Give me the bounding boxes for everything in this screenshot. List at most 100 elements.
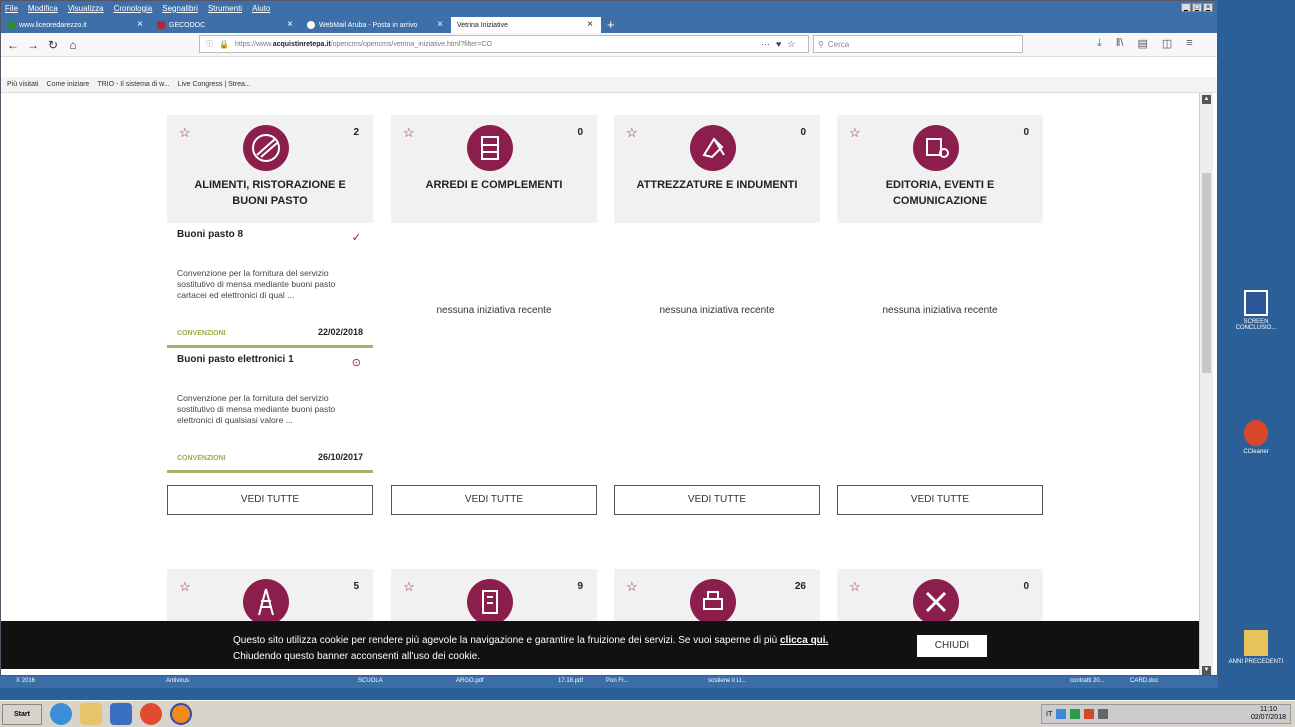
menu-strumenti[interactable]: Strumenti [208,4,242,13]
cookie-text: Questo sito utilizza cookie per rendere … [233,633,828,665]
favicon-icon [307,21,315,29]
menu-segnalibri[interactable]: Segnalibri [162,4,198,13]
bookmark-getting-started[interactable]: Come iniziare [47,81,90,88]
star-icon[interactable]: ☆ [403,125,415,141]
language-indicator[interactable]: IT [1046,711,1052,718]
desktop-icon[interactable]: CCleaner [1226,420,1286,455]
category-card: ☆ 0 EDITORIA, EVENTI E COMUNICAZIONE nes… [837,115,1043,489]
see-all-button[interactable]: VEDI TUTTE [167,485,373,515]
forward-icon[interactable]: → [27,38,39,52]
close-tab-icon[interactable]: × [587,20,593,30]
info-icon[interactable]: ⓘ [206,39,213,49]
home-icon[interactable]: ⌂ [67,38,79,52]
bookmark-star-icon[interactable]: ☆ [787,39,795,50]
sidebar-icon[interactable]: ◫ [1162,37,1172,50]
bookmark-trio[interactable]: TRIO - Il sistema di w... [97,81,169,88]
bookmark-most-visited[interactable]: Più visitati [7,81,39,88]
tab-gecodoc[interactable]: GECODOC × [151,17,301,33]
tray-icon[interactable] [1084,709,1095,719]
explorer-icon[interactable] [80,703,102,725]
see-all-button[interactable]: VEDI TUTTE [391,485,597,515]
menu-visualizza[interactable]: Visualizza [68,4,104,13]
scroll-up-icon[interactable]: ▲ [1202,95,1211,104]
maximize-button[interactable]: □ [1192,3,1202,12]
chrome-icon[interactable] [140,703,162,725]
menu-bar: File Modifica Visualizza Cronologia Segn… [1,1,1217,15]
desktop-icon-label: CCleaner [1243,449,1269,455]
card-body: nessuna iniziativa recente [837,223,1043,489]
pocket-icon[interactable]: ♥ [776,39,781,50]
star-icon[interactable]: ☆ [849,125,861,141]
initiative-item[interactable]: Buoni pasto 8 ✓ Convenzione per la forni… [167,223,373,348]
ie-icon[interactable] [50,703,72,725]
desktop-icon[interactable]: SCREEN CONCLUSIO... [1226,290,1286,331]
card-header: ☆ 5 [167,569,373,629]
desktop-icon[interactable]: ANNI PRECEDENTI [1226,630,1286,665]
star-icon[interactable]: ☆ [179,579,191,595]
bookmark-live-congress[interactable]: Live Congress | Strea... [178,81,251,88]
star-icon[interactable]: ☆ [403,579,415,595]
clock-date: 02/07/2018 [1250,714,1286,721]
more-icon[interactable]: ··· [761,39,770,50]
initiative-kind: CONVENZIONI [177,330,226,337]
cookie-close-button[interactable]: CHIUDI [917,635,987,657]
favicon-icon [157,21,165,29]
bg-item: SCUOLA [358,678,383,684]
close-tab-icon[interactable]: × [287,20,293,30]
category-card: ☆ 0 ARREDI E COMPLEMENTI nessuna iniziat… [391,115,597,489]
bg-item: X 2016 [16,678,36,684]
vertical-scrollbar[interactable]: ▲ ▼ [1199,93,1213,675]
tab-liceo[interactable]: www.liceoredarezzo.it × [1,17,151,33]
minimize-button[interactable]: _ [1181,3,1191,12]
cookie-more-link[interactable]: clicca qui. [780,635,828,646]
card-header: ☆ 9 [391,569,597,629]
tab-label: www.liceoredarezzo.it [19,21,87,29]
initiative-item[interactable]: Buoni pasto elettronici 1 ⊙ Convenzione … [167,348,373,473]
download-icon[interactable]: ⤓ [1097,37,1102,50]
initiative-count: 0 [577,127,583,138]
back-icon[interactable]: ← [7,38,19,52]
library-icon[interactable]: ‖\ [1116,37,1124,50]
url-bar[interactable]: ⓘ 🔒 https://www.acquistinretepa.it/openc… [199,35,809,53]
tray-icon[interactable] [1056,709,1067,719]
close-tab-icon[interactable]: × [437,20,443,30]
star-icon[interactable]: ☆ [179,125,191,141]
scroll-thumb[interactable] [1202,173,1211,373]
empty-message: nessuna iniziativa recente [882,305,998,316]
card-body: nessuna iniziativa recente [391,223,597,489]
star-icon[interactable]: ☆ [626,579,638,595]
new-tab-button[interactable]: + [607,17,615,33]
reader-icon[interactable]: ▤ [1137,37,1147,50]
see-all-button[interactable]: VEDI TUTTE [837,485,1043,515]
folder-icon [1244,630,1268,656]
tab-webmail[interactable]: WebMail Aruba - Posta in arrivo × [301,17,451,33]
url-path: /opencms/opencms/vetrina_iniziative.html… [330,40,492,48]
window-controls: _ □ × [1181,3,1213,12]
close-tab-icon[interactable]: × [137,20,143,30]
scroll-down-icon[interactable]: ▼ [1202,666,1211,675]
bg-item: 17.18.pdf [558,678,584,684]
clock[interactable]: 11:10 02/07/2018 [1251,706,1286,722]
cookie-banner: Questo sito utilizza cookie per rendere … [1,621,1206,669]
star-icon[interactable]: ☆ [849,579,861,595]
initiative-date: 26/10/2017 [317,452,363,462]
see-all-button[interactable]: VEDI TUTTE [614,485,820,515]
menu-file[interactable]: File [5,4,18,13]
start-button[interactable]: Start [2,703,42,725]
tray-icon[interactable] [1098,709,1109,719]
search-input[interactable]: ⚲ Cerca [813,35,1023,53]
menu-cronologia[interactable]: Cronologia [114,4,153,13]
reload-icon[interactable]: ↻ [47,38,59,52]
hamburger-menu-icon[interactable]: ≡ [1186,37,1192,50]
outlook-icon[interactable] [110,703,132,725]
menu-aiuto[interactable]: Aiuto [252,4,270,13]
category-title: ALIMENTI, RISTORAZIONE E BUONI PASTO [194,179,346,207]
initiative-count: 9 [577,581,583,592]
tray-icon[interactable] [1070,709,1081,719]
bookmarks-bar: Più visitati Come iniziare TRIO - Il sis… [1,77,1217,93]
firefox-icon[interactable] [170,703,192,725]
tab-vetrina[interactable]: Vetrina Iniziative × [451,17,601,33]
close-button[interactable]: × [1203,3,1213,12]
menu-modifica[interactable]: Modifica [28,4,58,13]
star-icon[interactable]: ☆ [626,125,638,141]
